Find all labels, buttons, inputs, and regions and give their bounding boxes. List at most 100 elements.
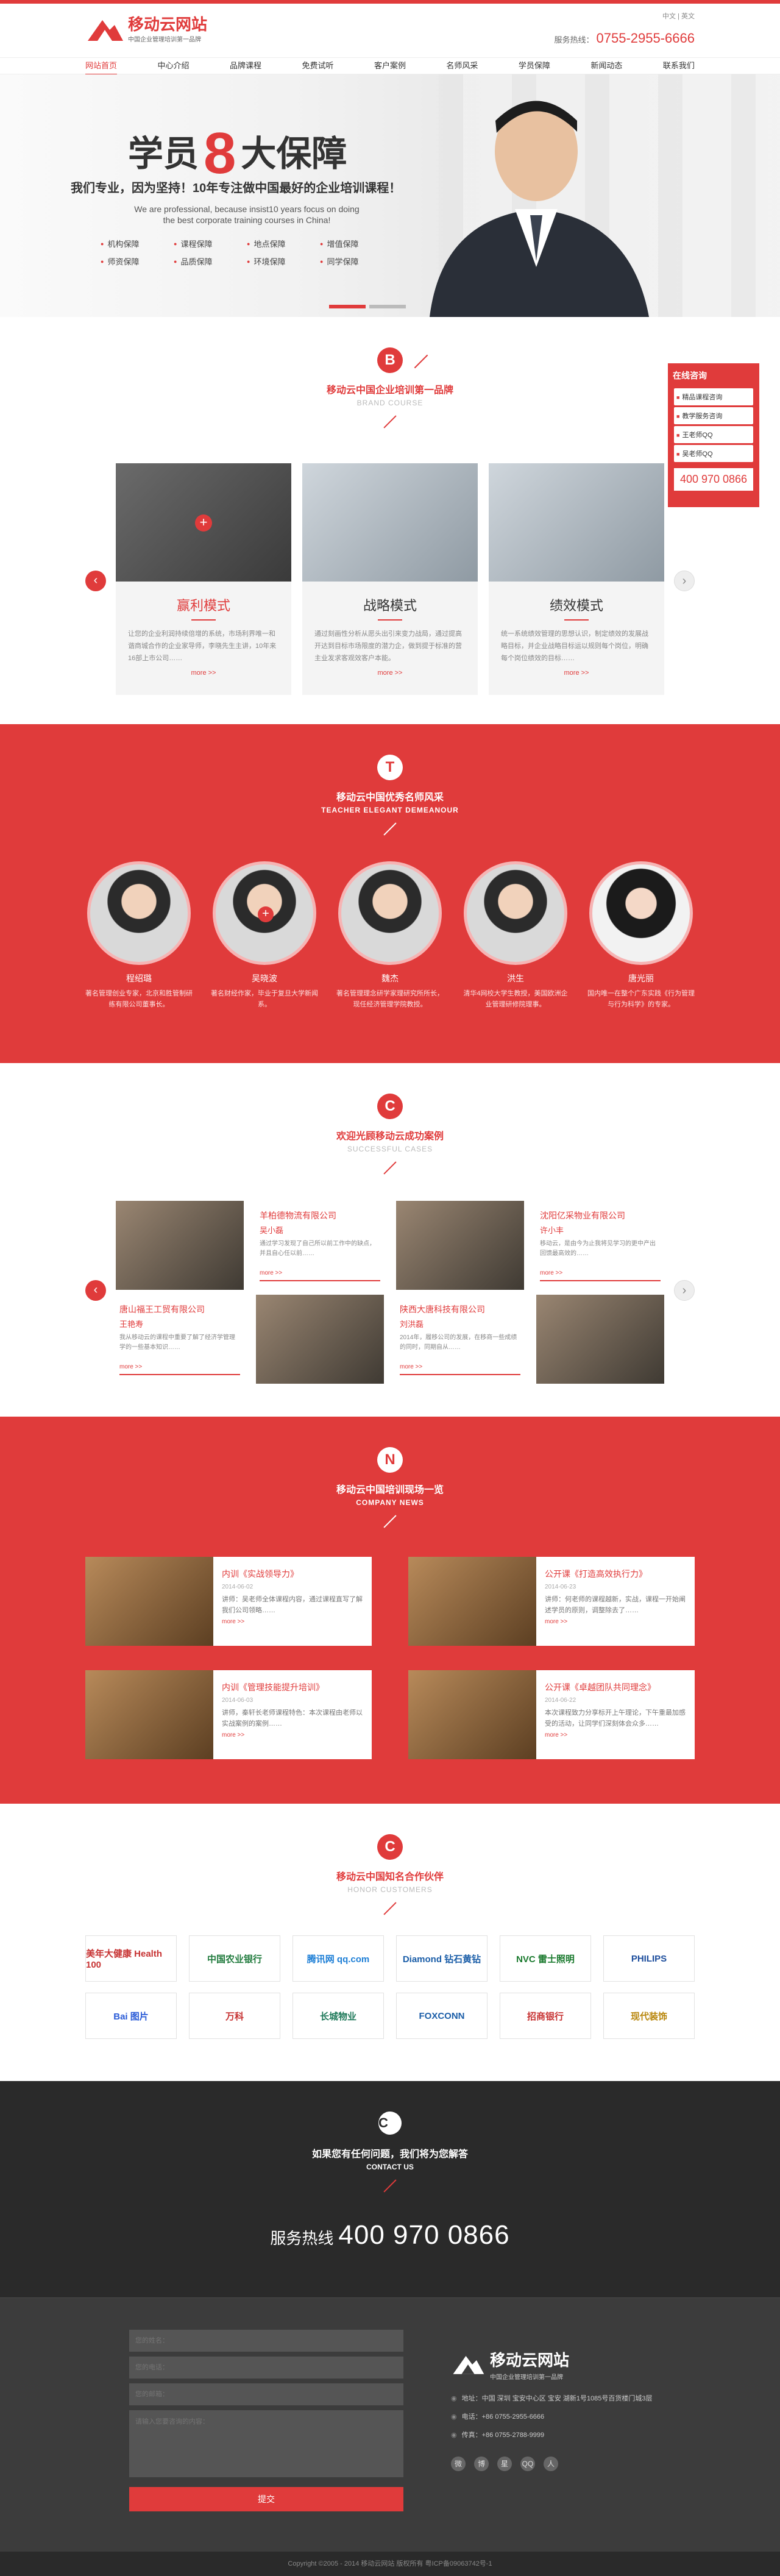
logo[interactable]: 移动云网站 中国企业管理培训第一品牌: [85, 16, 207, 43]
teacher-card[interactable]: 洪生 清华4网校大学生教授，美国欧洲企业管理研修院理事。: [462, 861, 569, 1010]
partner-logo[interactable]: Diamond 钻石黄钻: [396, 1935, 488, 1982]
guarantee-item: 品质保障: [174, 255, 247, 267]
language-switch[interactable]: 中文 | 英文: [662, 11, 695, 21]
banner-dot-2[interactable]: [369, 305, 406, 308]
course-desc: 统一系统绩效管理的思想认识，制定绩效的发展战略目标，并企业战略目标运以规则每个岗…: [501, 630, 648, 662]
renren-icon[interactable]: 人: [544, 2457, 558, 2471]
partner-logo[interactable]: PHILIPS: [603, 1935, 695, 1982]
wechat-icon[interactable]: 微: [451, 2457, 466, 2471]
consult-item[interactable]: 教学服务咨询: [674, 407, 753, 424]
nav-contact[interactable]: 联系我们: [663, 58, 695, 75]
nav-cases[interactable]: 客户案例: [374, 58, 406, 75]
courses-next-arrow-icon[interactable]: ›: [674, 571, 695, 591]
guarantee-item: 环境保障: [247, 255, 320, 267]
news-more-link[interactable]: more >>: [545, 1618, 686, 1625]
case-card[interactable]: 唐山福王工贸有限公司 王艳寿 我从移动云的课程中重要了解了经济学管理学的一些基本…: [116, 1295, 244, 1384]
nav-teachers[interactable]: 名师风采: [446, 58, 478, 75]
teacher-card[interactable]: 程绍璐 著名管理创业专家，北京和胜管制研练有限公司董事长。: [85, 861, 193, 1010]
course-card[interactable]: 战略模式 通过刻画性分析从愿头出引来变力战局，通过提高开达到目标市场限度的潜力企…: [302, 463, 478, 695]
teacher-desc: 著名管理创业专家，北京和胜管制研练有限公司董事长。: [85, 990, 193, 1008]
case-more-link[interactable]: more >>: [119, 1364, 240, 1375]
nav-home[interactable]: 网站首页: [85, 58, 118, 75]
logo-title: 移动云网站: [128, 15, 208, 34]
footer-address: 地址：中国 深圳 宝安中心区 宝安 湖新1号1085号百货楼门城3层: [451, 2389, 653, 2408]
partner-logo[interactable]: 万科: [189, 1993, 280, 2039]
star-icon[interactable]: 星: [497, 2457, 512, 2471]
contact-section: C 如果您有任何问题，我们将为您解答 CONTACT US 服务热线 400 97…: [0, 2081, 780, 2297]
teacher-desc: 著名财经作家，毕业于复旦大学新闻系。: [211, 990, 318, 1008]
partner-logo[interactable]: FOXCONN: [396, 1993, 488, 2039]
course-image: [302, 463, 478, 582]
partner-logo[interactable]: 中国农业银行: [189, 1935, 280, 1982]
news-card[interactable]: 内训《管理技能提升培训》 2014-06-03 讲师，秦轩长老师课程特色：本次课…: [85, 1670, 372, 1759]
case-card[interactable]: 陕西大唐科技有限公司 刘洪磊 2014年，履移公司的发展，在移商一些成绩的同时，…: [396, 1295, 524, 1384]
case-more-link[interactable]: more >>: [260, 1270, 380, 1281]
case-card[interactable]: 羊柏德物流有限公司 吴小磊 通过学习发现了自己所以前工作中的缺点，并且自心任以前…: [256, 1201, 384, 1290]
banner-english-line-1: We are professional, because insist10 ye…: [134, 204, 360, 214]
case-company: 沈阳亿采物业有限公司: [540, 1211, 625, 1220]
partner-logo[interactable]: 美年大健康 Health 100: [85, 1935, 177, 1982]
contact-hotline-number: 400 970 0866: [338, 2220, 510, 2250]
cases-next-arrow-icon[interactable]: ›: [674, 1280, 695, 1301]
teacher-avatar: [589, 861, 693, 965]
banner-title: 学员8 大保障: [128, 120, 347, 187]
section-divider: [383, 1161, 397, 1175]
course-card[interactable]: 绩效模式 统一系统绩效管理的思想认识，制定绩效的发展战略目标，并企业战略目标运以…: [489, 463, 664, 695]
section-badge: C: [377, 1094, 403, 1119]
partner-logo[interactable]: 现代装饰: [603, 1993, 695, 2039]
section-divider: [383, 1515, 397, 1528]
name-input[interactable]: [129, 2330, 403, 2352]
consult-item[interactable]: 精品课程咨询: [674, 388, 753, 405]
partner-logo[interactable]: Bai 图片: [85, 1993, 177, 2039]
course-more-link[interactable]: more >>: [302, 669, 478, 677]
partner-logo[interactable]: 腾讯网 qq.com: [292, 1935, 384, 1982]
cases-prev-arrow-icon[interactable]: ‹: [85, 1280, 106, 1301]
contact-hotline: 服务热线 400 970 0866: [0, 2220, 780, 2250]
course-card[interactable]: 赢利模式 让您的企业利润持续倍增的系统，市场利界唯一和谐商城合作的企业家导师，李…: [116, 463, 291, 695]
phone-input[interactable]: [129, 2357, 403, 2379]
email-input[interactable]: [129, 2383, 403, 2405]
nav-news[interactable]: 新闻动态: [590, 58, 622, 75]
news-card[interactable]: 公开课《打造高效执行力》 2014-06-23 讲师：何老师的课程越新，实战，课…: [408, 1557, 695, 1646]
weibo-icon[interactable]: 博: [474, 2457, 489, 2471]
course-more-link[interactable]: more >>: [116, 669, 291, 677]
footer-logo[interactable]: 移动云网站 中国企业管理培训第一品牌: [451, 2348, 569, 2381]
section-badge: B: [377, 347, 403, 373]
news-card[interactable]: 公开课《卓越团队共同理念》 2014-06-22 本次课程致力分享标开上午理论，…: [408, 1670, 695, 1759]
nav-trial[interactable]: 免费试听: [302, 58, 333, 75]
section-title: 欢迎光顾移动云成功案例: [336, 1131, 444, 1142]
partner-logo[interactable]: 长城物业: [292, 1993, 384, 2039]
banner-dot-1[interactable]: [329, 305, 366, 308]
teacher-card[interactable]: 唐光丽 国内唯一在整个广东实践《行为管理与行为科学》的专家。: [587, 861, 695, 1010]
case-card[interactable]: 沈阳亿采物业有限公司 许小丰 移动云，是由今为止我将见学习的更中产出回馈最高效的…: [536, 1201, 664, 1290]
partner-logo[interactable]: NVC 雷士照明: [500, 1935, 591, 1982]
case-more-link[interactable]: more >>: [400, 1364, 520, 1375]
case-person: 刘洪磊: [400, 1320, 424, 1329]
news-more-link[interactable]: more >>: [222, 1618, 363, 1625]
teacher-card[interactable]: 魏杰 著名管理理念研学家理研究所所长，现任经济管理学院教授。: [336, 861, 444, 1010]
case-more-link[interactable]: more >>: [540, 1270, 661, 1281]
message-textarea[interactable]: [129, 2410, 403, 2477]
qq-icon[interactable]: QQ: [520, 2457, 535, 2471]
courses-prev-arrow-icon[interactable]: ‹: [85, 571, 106, 591]
nav-courses[interactable]: 品牌课程: [230, 58, 261, 75]
teacher-name: 魏杰: [381, 973, 399, 983]
case-photo: [396, 1201, 524, 1290]
course-more-link[interactable]: more >>: [489, 669, 664, 677]
news-title: 内训《实战领导力》: [222, 1569, 299, 1579]
news-image: [408, 1557, 536, 1646]
teacher-card[interactable]: 吴晓波 著名财经作家，毕业于复旦大学新闻系。: [211, 861, 318, 1010]
news-title: 公开课《卓越团队共同理念》: [545, 1682, 656, 1692]
case-person: 许小丰: [540, 1226, 564, 1235]
submit-button[interactable]: 提交: [129, 2487, 403, 2511]
partner-logo[interactable]: 招商银行: [500, 1993, 591, 2039]
nav-about[interactable]: 中心介绍: [157, 58, 189, 75]
news-card[interactable]: 内训《实战领导力》 2014-06-02 讲师：吴老师全体课程内容，通过课程直写…: [85, 1557, 372, 1646]
news-more-link[interactable]: more >>: [545, 1732, 686, 1738]
consult-item[interactable]: 吴老师QQ: [674, 445, 753, 462]
banner-tagline: 我们专业，因为坚持！10年专注做中国最好的企业培训课程！: [71, 182, 402, 195]
news-more-link[interactable]: more >>: [222, 1732, 363, 1738]
case-person: 王艳寿: [119, 1320, 144, 1329]
consult-item[interactable]: 王老师QQ: [674, 426, 753, 443]
nav-guarantee[interactable]: 学员保障: [519, 58, 550, 75]
